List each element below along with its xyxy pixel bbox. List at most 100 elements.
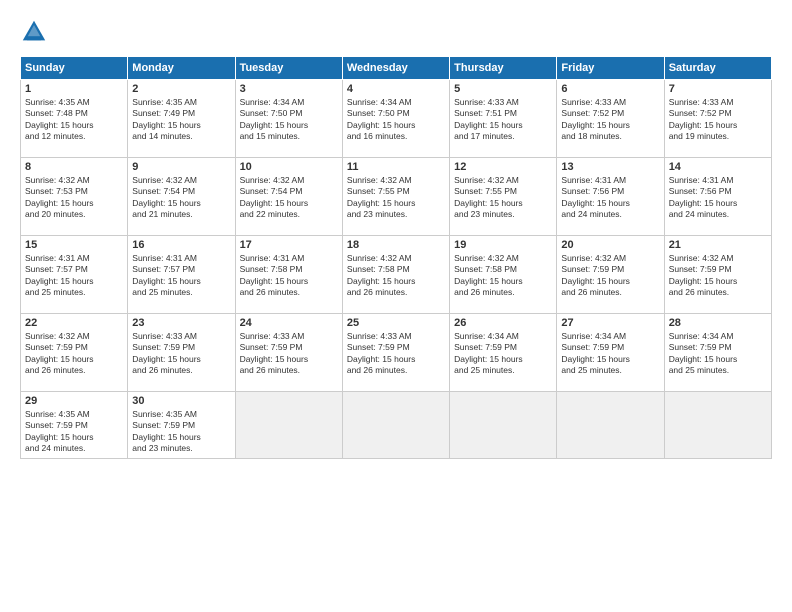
- day-number: 20: [561, 239, 659, 251]
- day-number: 17: [240, 239, 338, 251]
- day-number: 8: [25, 161, 123, 173]
- column-header-monday: Monday: [128, 57, 235, 80]
- calendar-cell: 24Sunrise: 4:33 AM Sunset: 7:59 PM Dayli…: [235, 314, 342, 392]
- day-info: Sunrise: 4:32 AM Sunset: 7:54 PM Dayligh…: [240, 175, 338, 221]
- calendar-cell: [664, 392, 771, 459]
- calendar-cell: 29 Sunrise: 4:35 AM Sunset: 7:59 PM Dayli…: [21, 392, 128, 459]
- calendar-cell: 3 Sunrise: 4:34 AM Sunset: 7:50 PM Daylig…: [235, 80, 342, 158]
- column-header-tuesday: Tuesday: [235, 57, 342, 80]
- day-info: Sunrise: 4:35 AM Sunset: 7:59 PM Dayligh…: [132, 409, 230, 455]
- day-number: 29: [25, 395, 123, 407]
- day-number: 10: [240, 161, 338, 173]
- day-info: Sunrise: 4:32 AM Sunset: 7:54 PM Dayligh…: [132, 175, 230, 221]
- column-header-sunday: Sunday: [21, 57, 128, 80]
- day-number: 7: [669, 83, 767, 95]
- calendar-cell: 22Sunrise: 4:32 AM Sunset: 7:59 PM Dayli…: [21, 314, 128, 392]
- day-info: Sunrise: 4:33 AM Sunset: 7:52 PM Dayligh…: [669, 97, 767, 143]
- day-number: 22: [25, 317, 123, 329]
- page: SundayMondayTuesdayWednesdayThursdayFrid…: [0, 0, 792, 612]
- calendar-cell: 28Sunrise: 4:34 AM Sunset: 7:59 PM Dayli…: [664, 314, 771, 392]
- week-row-4: 22Sunrise: 4:32 AM Sunset: 7:59 PM Dayli…: [21, 314, 772, 392]
- column-header-friday: Friday: [557, 57, 664, 80]
- calendar-cell: [450, 392, 557, 459]
- day-number: 25: [347, 317, 445, 329]
- day-info: Sunrise: 4:31 AM Sunset: 7:57 PM Dayligh…: [25, 253, 123, 299]
- calendar-cell: 6 Sunrise: 4:33 AM Sunset: 7:52 PM Daylig…: [557, 80, 664, 158]
- day-number: 19: [454, 239, 552, 251]
- day-number: 15: [25, 239, 123, 251]
- week-row-2: 8 Sunrise: 4:32 AM Sunset: 7:53 PM Daylig…: [21, 158, 772, 236]
- day-number: 4: [347, 83, 445, 95]
- week-row-1: 1 Sunrise: 4:35 AM Sunset: 7:48 PM Daylig…: [21, 80, 772, 158]
- day-info: Sunrise: 4:32 AM Sunset: 7:58 PM Dayligh…: [347, 253, 445, 299]
- day-number: 16: [132, 239, 230, 251]
- calendar-cell: 11 Sunrise: 4:32 AM Sunset: 7:55 PM Dayli…: [342, 158, 449, 236]
- day-number: 21: [669, 239, 767, 251]
- day-info: Sunrise: 4:32 AM Sunset: 7:53 PM Dayligh…: [25, 175, 123, 221]
- day-info: Sunrise: 4:32 AM Sunset: 7:55 PM Dayligh…: [347, 175, 445, 221]
- day-info: Sunrise: 4:34 AM Sunset: 7:50 PM Dayligh…: [347, 97, 445, 143]
- day-number: 27: [561, 317, 659, 329]
- column-header-thursday: Thursday: [450, 57, 557, 80]
- day-info: Sunrise: 4:32 AM Sunset: 7:59 PM Dayligh…: [669, 253, 767, 299]
- day-info: Sunrise: 4:31 AM Sunset: 7:58 PM Dayligh…: [240, 253, 338, 299]
- calendar-cell: 21 Sunrise: 4:32 AM Sunset: 7:59 PM Dayli…: [664, 236, 771, 314]
- day-info: Sunrise: 4:33 AM Sunset: 7:51 PM Dayligh…: [454, 97, 552, 143]
- calendar-cell: 10 Sunrise: 4:32 AM Sunset: 7:54 PM Dayli…: [235, 158, 342, 236]
- day-number: 18: [347, 239, 445, 251]
- week-row-5: 29 Sunrise: 4:35 AM Sunset: 7:59 PM Dayli…: [21, 392, 772, 459]
- day-number: 11: [347, 161, 445, 173]
- day-number: 5: [454, 83, 552, 95]
- calendar-cell: 12Sunrise: 4:32 AM Sunset: 7:55 PM Dayli…: [450, 158, 557, 236]
- day-number: 3: [240, 83, 338, 95]
- calendar-cell: 1 Sunrise: 4:35 AM Sunset: 7:48 PM Daylig…: [21, 80, 128, 158]
- day-number: 13: [561, 161, 659, 173]
- day-info: Sunrise: 4:35 AM Sunset: 7:59 PM Dayligh…: [25, 409, 123, 455]
- day-number: 26: [454, 317, 552, 329]
- day-number: 14: [669, 161, 767, 173]
- calendar-cell: 8 Sunrise: 4:32 AM Sunset: 7:53 PM Daylig…: [21, 158, 128, 236]
- day-info: Sunrise: 4:32 AM Sunset: 7:55 PM Dayligh…: [454, 175, 552, 221]
- calendar-cell: 15 Sunrise: 4:31 AM Sunset: 7:57 PM Dayli…: [21, 236, 128, 314]
- calendar-cell: 16 Sunrise: 4:31 AM Sunset: 7:57 PM Dayli…: [128, 236, 235, 314]
- day-number: 6: [561, 83, 659, 95]
- calendar-cell: 26Sunrise: 4:34 AM Sunset: 7:59 PM Dayli…: [450, 314, 557, 392]
- day-info: Sunrise: 4:35 AM Sunset: 7:48 PM Dayligh…: [25, 97, 123, 143]
- day-number: 30: [132, 395, 230, 407]
- day-info: Sunrise: 4:34 AM Sunset: 7:59 PM Dayligh…: [561, 331, 659, 377]
- day-number: 23: [132, 317, 230, 329]
- calendar-cell: 7 Sunrise: 4:33 AM Sunset: 7:52 PM Daylig…: [664, 80, 771, 158]
- logo: [20, 18, 52, 46]
- calendar-cell: 4 Sunrise: 4:34 AM Sunset: 7:50 PM Daylig…: [342, 80, 449, 158]
- column-header-wednesday: Wednesday: [342, 57, 449, 80]
- day-info: Sunrise: 4:34 AM Sunset: 7:59 PM Dayligh…: [669, 331, 767, 377]
- day-number: 24: [240, 317, 338, 329]
- header: [20, 18, 772, 46]
- day-info: Sunrise: 4:32 AM Sunset: 7:58 PM Dayligh…: [454, 253, 552, 299]
- calendar-cell: 17 Sunrise: 4:31 AM Sunset: 7:58 PM Dayli…: [235, 236, 342, 314]
- day-info: Sunrise: 4:33 AM Sunset: 7:52 PM Dayligh…: [561, 97, 659, 143]
- day-number: 9: [132, 161, 230, 173]
- calendar-cell: 25Sunrise: 4:33 AM Sunset: 7:59 PM Dayli…: [342, 314, 449, 392]
- calendar-cell: 18 Sunrise: 4:32 AM Sunset: 7:58 PM Dayli…: [342, 236, 449, 314]
- calendar-cell: 9 Sunrise: 4:32 AM Sunset: 7:54 PM Daylig…: [128, 158, 235, 236]
- calendar-table: SundayMondayTuesdayWednesdayThursdayFrid…: [20, 56, 772, 459]
- calendar-cell: 19 Sunrise: 4:32 AM Sunset: 7:58 PM Dayli…: [450, 236, 557, 314]
- calendar-cell: [235, 392, 342, 459]
- calendar-cell: 30 Sunrise: 4:35 AM Sunset: 7:59 PM Dayli…: [128, 392, 235, 459]
- calendar-cell: [342, 392, 449, 459]
- day-number: 2: [132, 83, 230, 95]
- week-row-3: 15 Sunrise: 4:31 AM Sunset: 7:57 PM Dayli…: [21, 236, 772, 314]
- calendar-cell: 2Sunrise: 4:35 AM Sunset: 7:49 PM Daylig…: [128, 80, 235, 158]
- day-info: Sunrise: 4:32 AM Sunset: 7:59 PM Dayligh…: [561, 253, 659, 299]
- calendar-cell: 13Sunrise: 4:31 AM Sunset: 7:56 PM Dayli…: [557, 158, 664, 236]
- logo-icon: [20, 18, 48, 46]
- calendar-cell: 20 Sunrise: 4:32 AM Sunset: 7:59 PM Dayli…: [557, 236, 664, 314]
- day-number: 1: [25, 83, 123, 95]
- header-row: SundayMondayTuesdayWednesdayThursdayFrid…: [21, 57, 772, 80]
- day-info: Sunrise: 4:34 AM Sunset: 7:50 PM Dayligh…: [240, 97, 338, 143]
- calendar-cell: 14 Sunrise: 4:31 AM Sunset: 7:56 PM Dayli…: [664, 158, 771, 236]
- day-info: Sunrise: 4:31 AM Sunset: 7:57 PM Dayligh…: [132, 253, 230, 299]
- day-info: Sunrise: 4:31 AM Sunset: 7:56 PM Dayligh…: [669, 175, 767, 221]
- calendar-cell: 27 Sunrise: 4:34 AM Sunset: 7:59 PM Dayli…: [557, 314, 664, 392]
